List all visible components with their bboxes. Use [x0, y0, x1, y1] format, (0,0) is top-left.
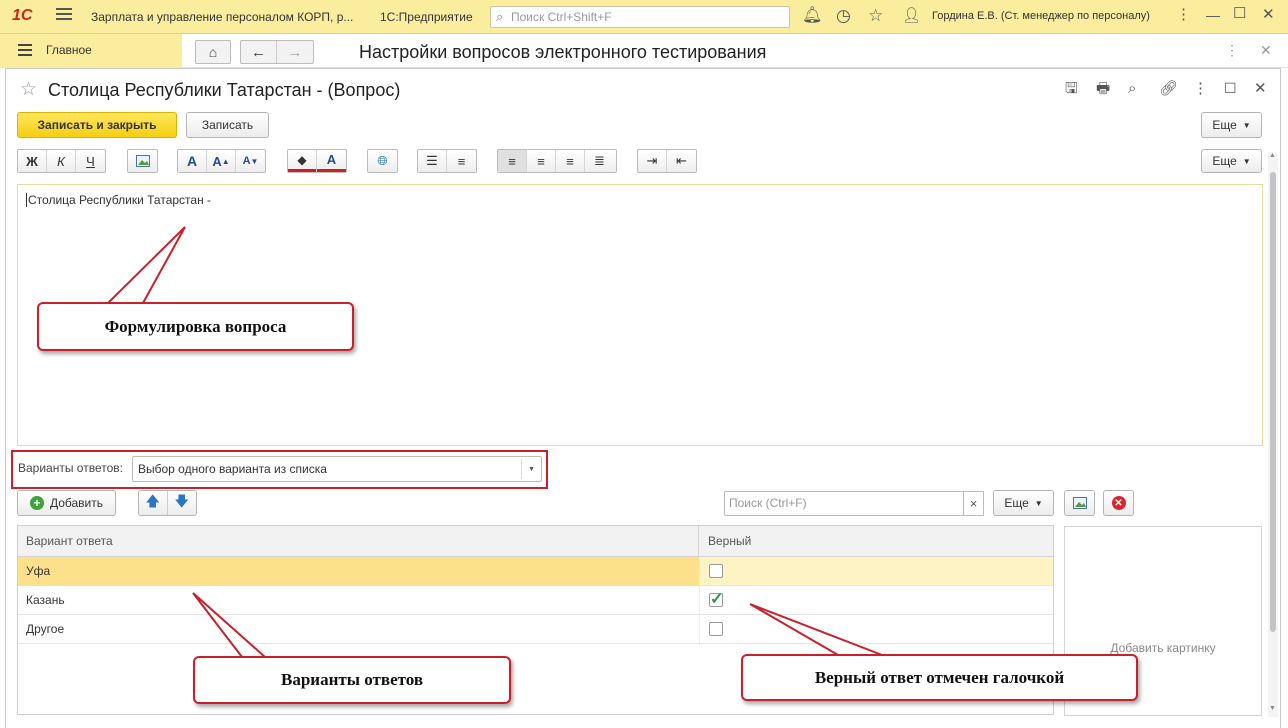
- pointer-answers: [192, 592, 268, 658]
- callout-correct: Верный ответ отмечен галочкой: [741, 654, 1138, 701]
- pointer-correct: [749, 603, 883, 656]
- callout-answers: Варианты ответов: [193, 656, 511, 704]
- pointer-question: [105, 226, 186, 304]
- callout-pointers: [105, 226, 883, 658]
- callout-question: Формулировка вопроса: [37, 302, 354, 351]
